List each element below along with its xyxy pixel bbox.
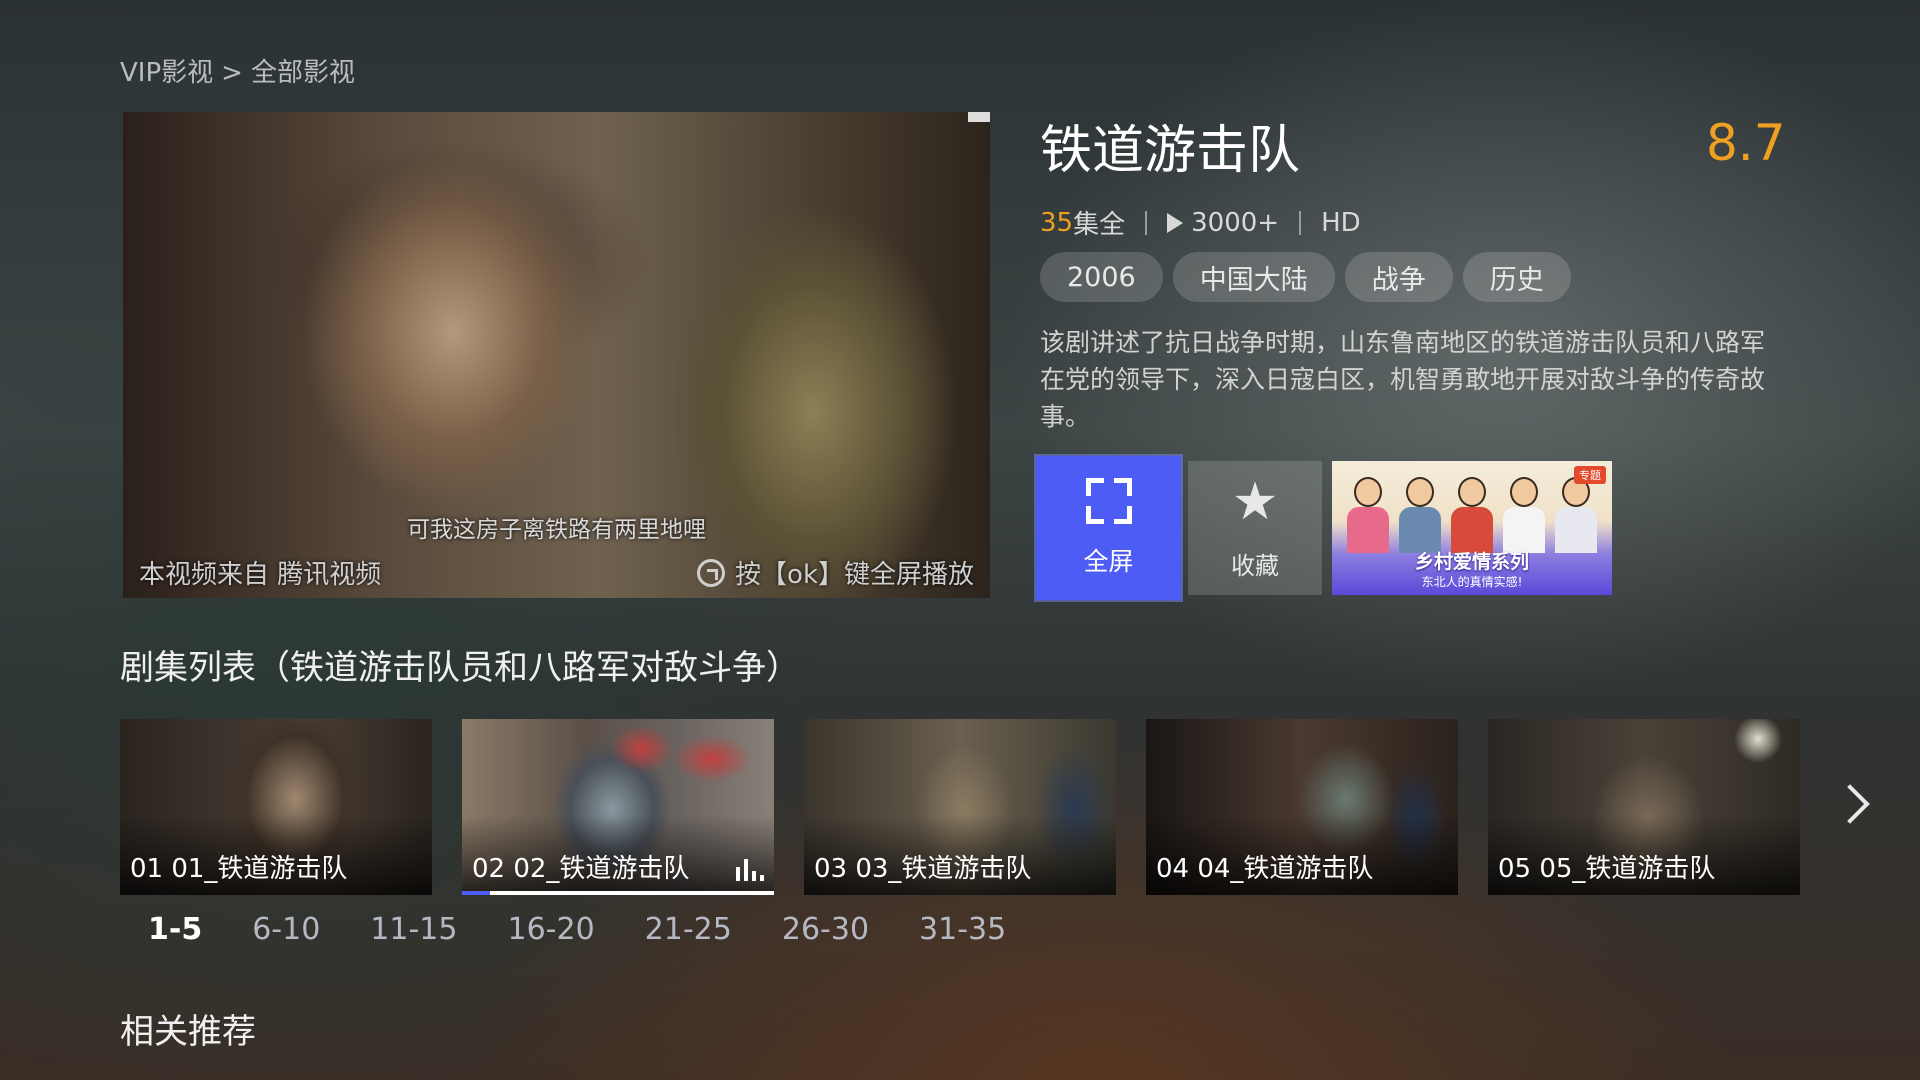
- chevron-right-icon[interactable]: [1834, 782, 1864, 826]
- ok-key-icon: [697, 558, 726, 587]
- tag-region: 中国大陆: [1172, 252, 1335, 302]
- favorite-button[interactable]: ★ 收藏: [1188, 461, 1322, 595]
- player-corner-mark: [968, 112, 990, 122]
- tag-genre-history: 历史: [1462, 252, 1571, 302]
- star-icon: ★: [1231, 471, 1279, 532]
- episode-count-suffix: 集全: [1073, 210, 1126, 240]
- quality-label: HD: [1321, 207, 1361, 238]
- episode-label: 03 03_铁道游击队: [814, 854, 1032, 884]
- show-description: 该剧讲述了抗日战争时期，山东鲁南地区的铁道游击队员和八路军在党的领导下，深入日寇…: [1040, 328, 1766, 431]
- breadcrumb-current: 全部影视: [250, 58, 355, 88]
- show-rating: 8.7: [1706, 114, 1786, 172]
- video-source-label: 本视频来自 腾讯视频: [139, 560, 382, 590]
- promo-badge: 专题: [1574, 466, 1606, 484]
- episode-label: 02 02_铁道游击队: [472, 854, 690, 884]
- show-meta: 35 集全 3000+ HD: [1040, 204, 1361, 241]
- range-tab-26-30[interactable]: 26-30: [782, 912, 869, 947]
- episode-card-01[interactable]: 01 01_铁道游击队: [120, 719, 432, 895]
- fullscreen-hint: 按【ok】键全屏播放: [697, 554, 974, 591]
- related-section-title: 相关推荐: [120, 1012, 256, 1052]
- tag-genre-war: 战争: [1344, 252, 1453, 302]
- episode-list-title: 剧集列表（铁道游击队员和八路军对敌斗争）: [120, 648, 800, 688]
- episode-label: 05 05_铁道游击队: [1498, 854, 1716, 884]
- episode-card-04[interactable]: 04 04_铁道游击队: [1146, 719, 1458, 895]
- promo-illustration: [1342, 477, 1602, 557]
- episode-card-02[interactable]: 02 02_铁道游击队: [462, 719, 774, 895]
- range-tab-11-15[interactable]: 11-15: [370, 912, 457, 947]
- range-tab-21-25[interactable]: 21-25: [645, 912, 732, 947]
- meta-divider: [1299, 210, 1302, 235]
- episode-count: 35: [1040, 207, 1074, 238]
- play-count-icon: [1167, 212, 1184, 233]
- equalizer-icon: [736, 859, 764, 881]
- breadcrumb-separator: >: [221, 58, 243, 88]
- range-tab-31-35[interactable]: 31-35: [919, 912, 1006, 947]
- meta-divider: [1145, 210, 1148, 235]
- range-tab-6-10[interactable]: 6-10: [252, 912, 320, 947]
- breadcrumb: VIP影视 > 全部影视: [120, 52, 363, 89]
- play-count: 3000+: [1191, 207, 1280, 238]
- episode-card-03[interactable]: 03 03_铁道游击队: [804, 719, 1116, 895]
- episode-progress-bar: [462, 891, 774, 895]
- range-tab-1-5[interactable]: 1-5: [148, 912, 202, 947]
- episode-card-05[interactable]: 05 05_铁道游击队: [1488, 719, 1800, 895]
- episode-list: 01 01_铁道游击队 02 02_铁道游击队 03 03_铁道游击队 04 0…: [120, 719, 1800, 895]
- fullscreen-hint-text: 按【ok】键全屏播放: [735, 560, 974, 590]
- episode-label: 01 01_铁道游击队: [130, 854, 348, 884]
- range-tab-16-20[interactable]: 16-20: [507, 912, 594, 947]
- favorite-label: 收藏: [1231, 551, 1279, 580]
- fullscreen-button[interactable]: 全屏: [1036, 456, 1181, 600]
- show-title: 铁道游击队: [1040, 121, 1301, 181]
- episode-range-tabs: 1-5 6-10 11-15 16-20 21-25 26-30 31-35: [148, 912, 1056, 947]
- tag-list: 2006 中国大陆 战争 历史: [1040, 252, 1571, 302]
- expand-icon: [1085, 478, 1132, 524]
- fullscreen-label: 全屏: [1083, 547, 1134, 576]
- promo-banner[interactable]: 专题 乡村爱情系列 东北人的真情实感!: [1332, 461, 1612, 595]
- breadcrumb-parent[interactable]: VIP影视: [120, 58, 213, 88]
- promo-subtitle: 东北人的真情实感!: [1421, 575, 1523, 589]
- episode-label: 04 04_铁道游击队: [1156, 854, 1374, 884]
- tag-year: 2006: [1040, 252, 1163, 302]
- promo-title: 乡村爱情系列: [1414, 551, 1529, 573]
- video-player[interactable]: 可我这房子离铁路有两里地哩 本视频来自 腾讯视频 按【ok】键全屏播放: [123, 112, 990, 598]
- episode-progress-fill: [462, 891, 491, 895]
- video-subtitle: 可我这房子离铁路有两里地哩: [407, 517, 706, 543]
